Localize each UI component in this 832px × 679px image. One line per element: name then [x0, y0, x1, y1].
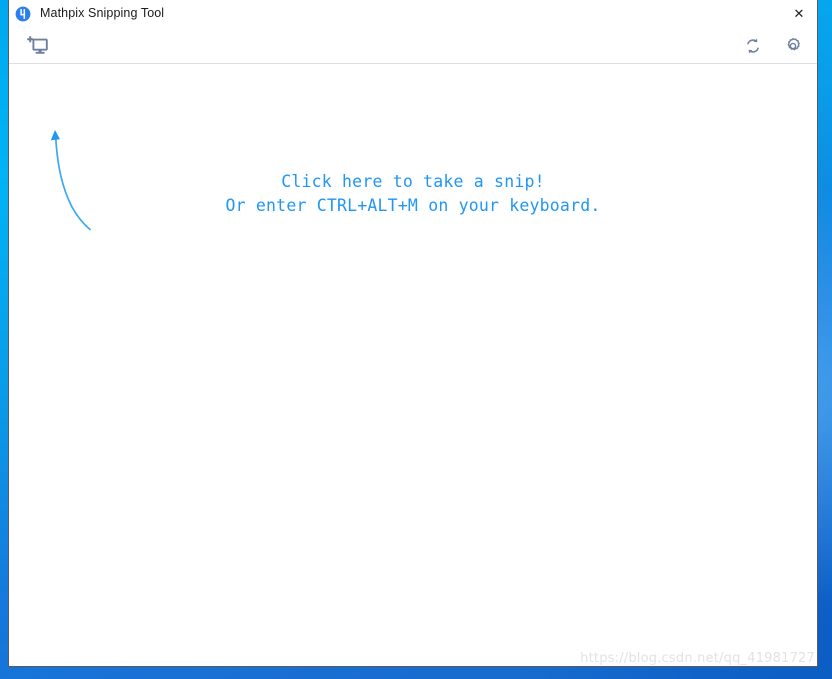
close-button[interactable]: ✕ [781, 0, 817, 28]
take-snip-hint-line[interactable]: Click here to take a snip! [281, 170, 544, 194]
snip-hint-text: Click here to take a snip! Or enter CTRL… [9, 170, 817, 218]
sync-button[interactable] [739, 32, 767, 60]
keyboard-shortcut-hint-line: Or enter CTRL+ALT+M on your keyboard. [225, 196, 601, 215]
toolbar [9, 28, 817, 64]
toolbar-right-group [739, 28, 807, 63]
gear-settings-icon [787, 37, 800, 50]
new-snip-button[interactable] [23, 32, 51, 60]
title-bar[interactable]: Mathpix Snipping Tool ✕ [9, 0, 817, 28]
new-snip-monitor-icon [26, 36, 48, 54]
snip-content-area[interactable]: Click here to take a snip! Or enter CTRL… [9, 64, 817, 666]
sync-refresh-icon [747, 37, 759, 54]
window-title: Mathpix Snipping Tool [40, 6, 165, 21]
curved-hint-arrow-icon [39, 126, 123, 236]
mathpix-logo-icon [15, 6, 31, 22]
watermark-text: https://blog.csdn.net/qq_41981727 [580, 651, 815, 666]
close-icon: ✕ [793, 6, 805, 21]
settings-button[interactable] [779, 32, 807, 60]
mathpix-snipping-tool-window: Mathpix Snipping Tool ✕ Click here to ta… [8, 0, 818, 667]
